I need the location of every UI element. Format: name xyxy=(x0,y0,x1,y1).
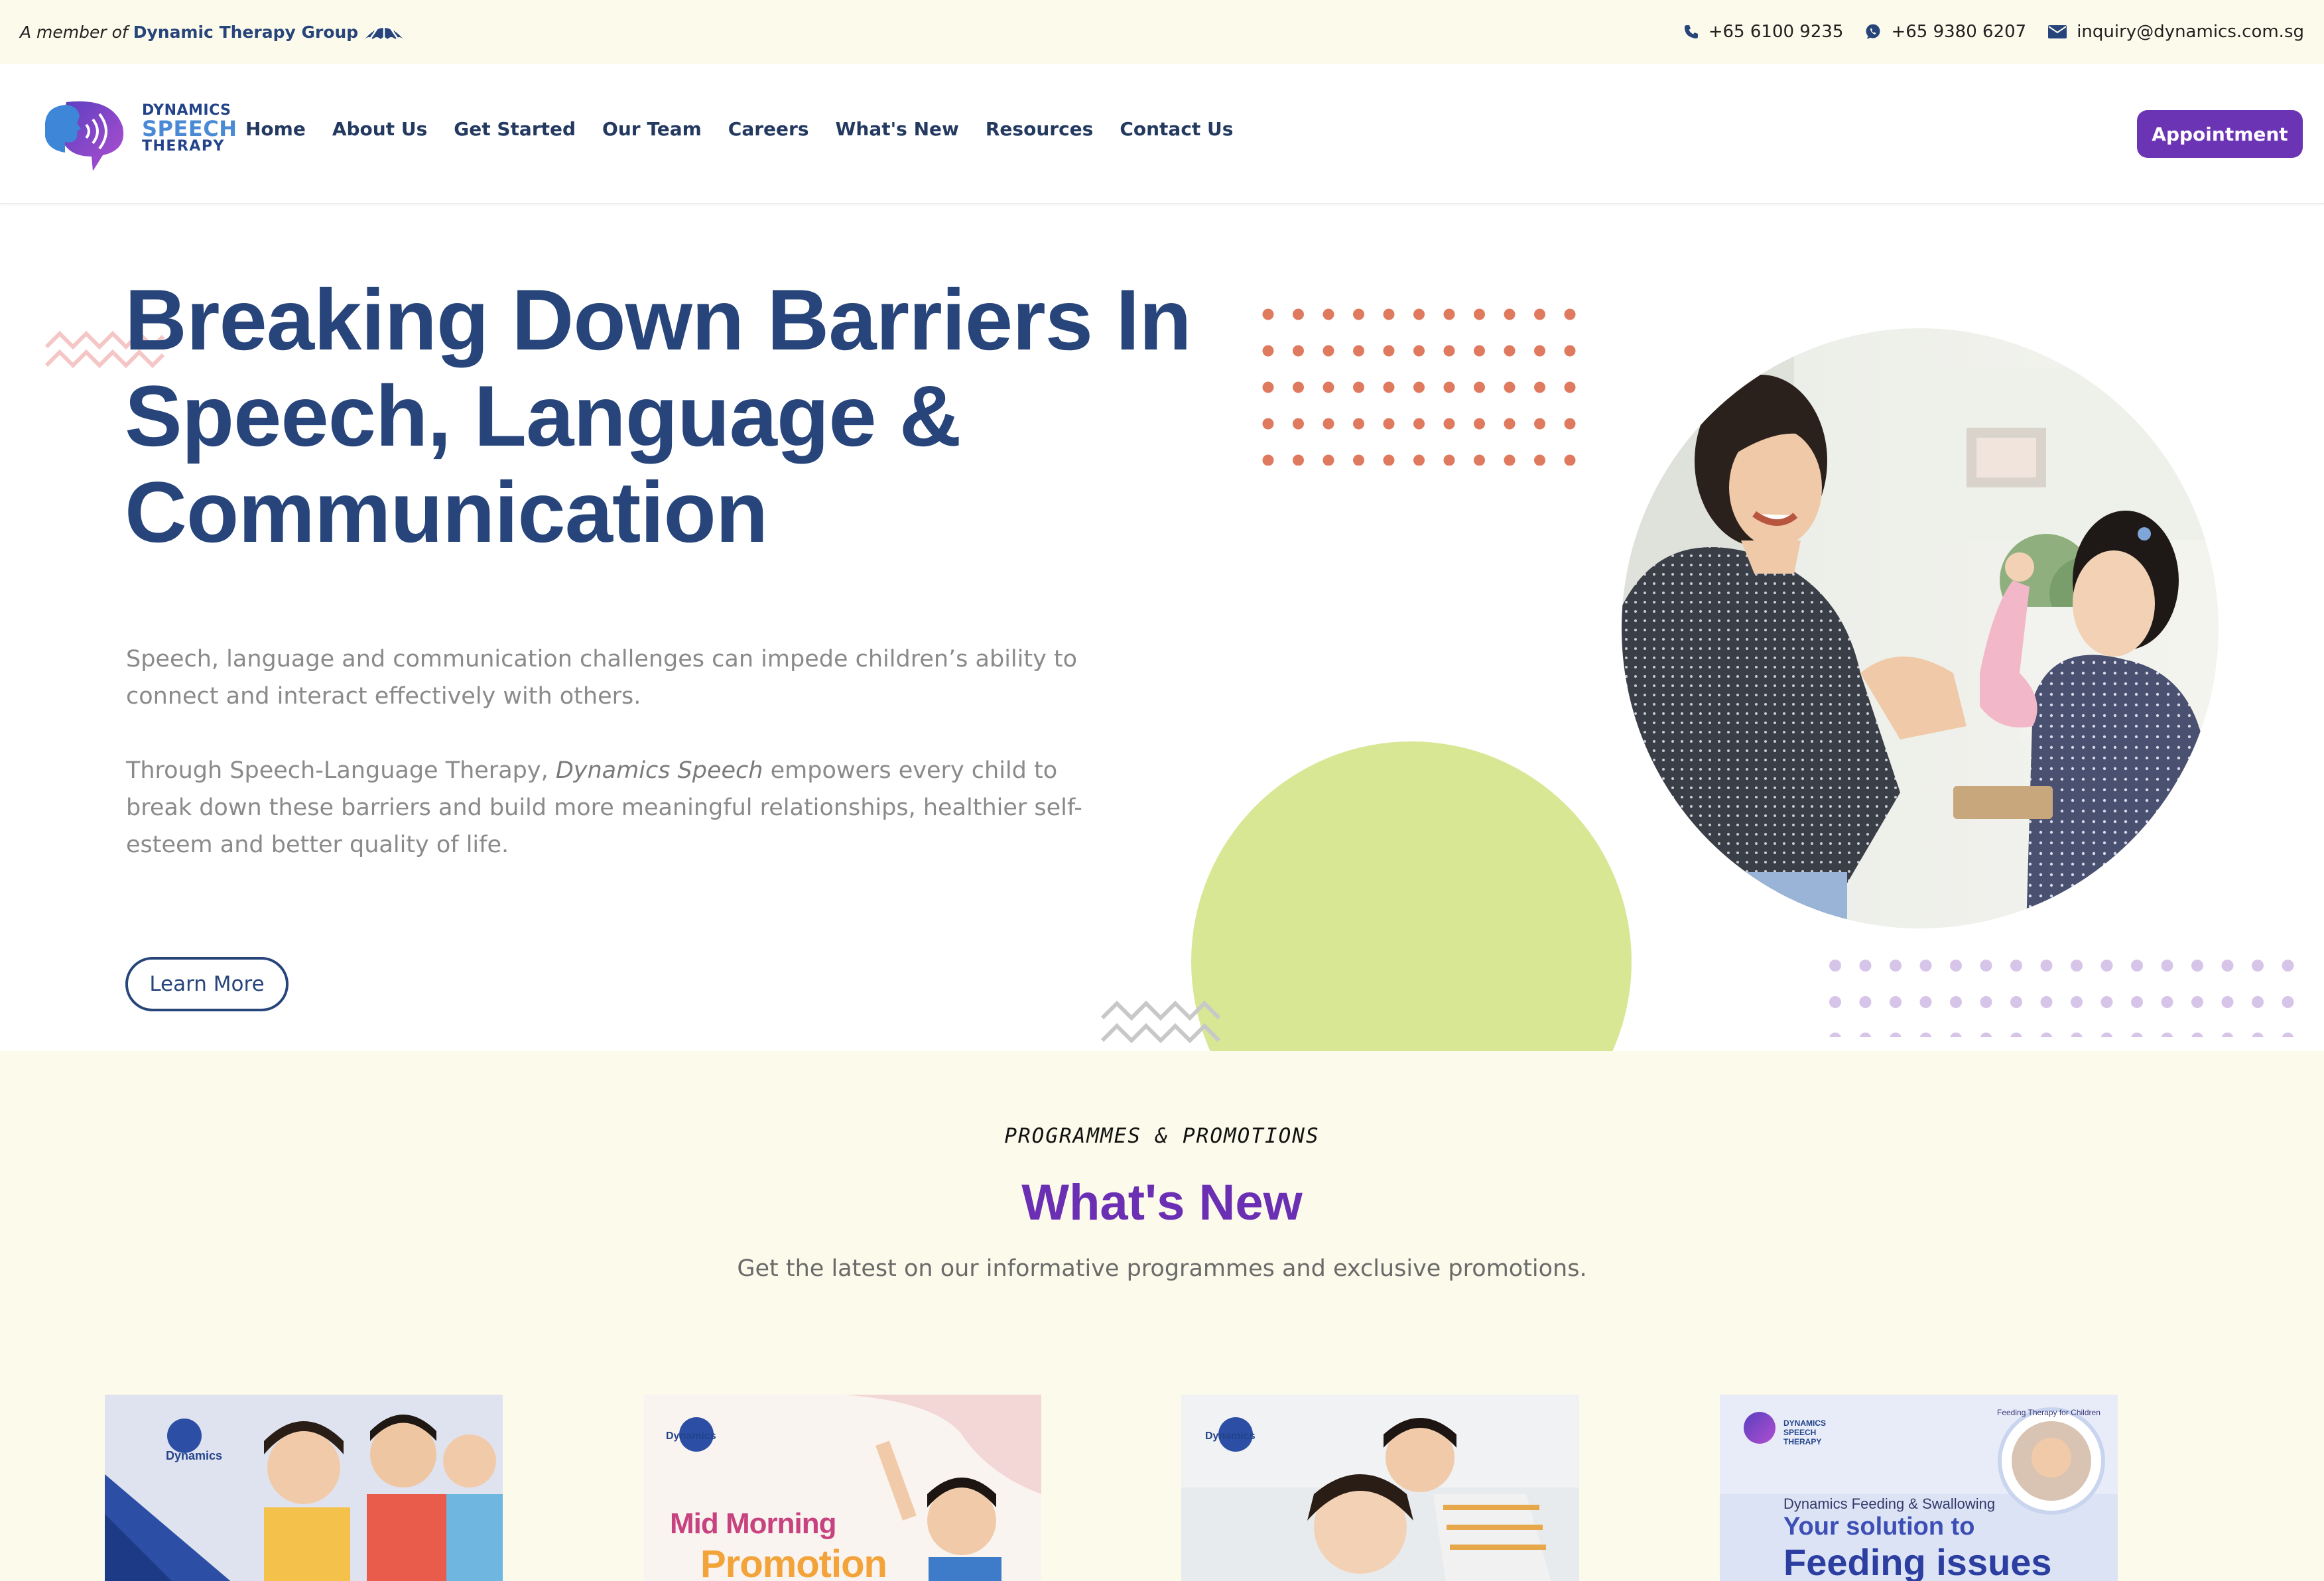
card-4-line-2: Your solution to xyxy=(1783,1513,1975,1541)
phone-number: +65 6100 9235 xyxy=(1708,22,1844,42)
card-4-line-1: Dynamics Feeding & Swallowing xyxy=(1783,1495,1996,1512)
site-header: DYNAMICS SPEECH THERAPY Home About Us Ge… xyxy=(0,64,2324,204)
speech-head-logo-icon xyxy=(45,101,124,171)
news-card-2[interactable]: Dynamics Mid Morning Promotion xyxy=(643,1395,1041,1581)
news-card-3[interactable]: Dynamics xyxy=(1181,1395,1579,1581)
mother-daughter-photo xyxy=(1622,328,2219,928)
member-note: A member of Dynamic Therapy Group xyxy=(20,22,405,42)
card-3-brand: Dynamics xyxy=(1205,1430,1256,1442)
mother-son-image xyxy=(1181,1395,1579,1581)
section-kicker: PROGRAMMES & PROMOTIONS xyxy=(1004,1124,1320,1148)
card-2-brand: Dynamics xyxy=(666,1430,716,1442)
nav-whats-new[interactable]: What's New xyxy=(836,118,959,140)
news-card-1[interactable]: Dynamics xyxy=(105,1395,503,1581)
nav-get-started[interactable]: Get Started xyxy=(454,118,576,140)
nav-our-team[interactable]: Our Team xyxy=(602,118,702,140)
whats-new-section: PROGRAMMES & PROMOTIONS What's New Get t… xyxy=(0,1051,2324,1581)
member-group-link[interactable]: Dynamic Therapy Group xyxy=(133,23,358,42)
email-address: inquiry@dynamics.com.sg xyxy=(2077,22,2304,42)
gray-zigzag-decoration xyxy=(1101,1000,1221,1044)
email-contact[interactable]: inquiry@dynamics.com.sg xyxy=(2047,22,2304,42)
green-circle-decoration xyxy=(1191,741,1632,1051)
hero-paragraph-2-brand: Dynamics Speech xyxy=(555,757,763,784)
card-4-line-3: Feeding issues xyxy=(1783,1541,2052,1581)
section-title: What's New xyxy=(1021,1174,1303,1231)
hero-paragraph-1: Speech, language and communication chall… xyxy=(126,646,1078,710)
phone-icon xyxy=(1684,25,1698,38)
news-card-4[interactable]: DYNAMICS SPEECH THERAPY Feeding Therapy … xyxy=(1720,1395,2118,1581)
card-2-headline-2: Promotion xyxy=(700,1543,887,1581)
card-2-headline-1: Mid Morning xyxy=(670,1507,836,1540)
contact-list: +65 6100 9235 +65 9380 6207 inquiry@dyna… xyxy=(1683,22,2304,42)
nav-about-us[interactable]: About Us xyxy=(332,118,427,140)
nav-resources[interactable]: Resources xyxy=(986,118,1093,140)
logo-line-3: THERAPY xyxy=(142,138,225,155)
whatsapp-contact[interactable]: +65 9380 6207 xyxy=(1864,22,2026,42)
learn-more-button[interactable]: Learn More xyxy=(125,957,289,1011)
hero-title: Breaking Down Barriers In Speech, Langua… xyxy=(125,271,1192,560)
hero-paragraph-2: Through Speech-Language Therapy, Dynamic… xyxy=(126,752,1101,863)
appointment-button[interactable]: Appointment xyxy=(2137,110,2303,158)
section-subtitle: Get the latest on our informative progra… xyxy=(737,1255,1587,1282)
logo-wordmark: DYNAMICS SPEECH THERAPY xyxy=(142,103,237,154)
nav-contact-us[interactable]: Contact Us xyxy=(1120,118,1233,140)
top-bar: A member of Dynamic Therapy Group +65 61… xyxy=(0,0,2324,64)
kids-classroom-image xyxy=(105,1395,503,1581)
main-nav: Home About Us Get Started Our Team Caree… xyxy=(245,118,1259,140)
card-4-brand: DYNAMICS SPEECH THERAPY xyxy=(1783,1419,1827,1446)
card-4-tag: Feeding Therapy for Children xyxy=(1997,1408,2100,1417)
nav-careers[interactable]: Careers xyxy=(728,118,809,140)
envelope-icon xyxy=(2048,25,2067,38)
member-prefix: A member of xyxy=(20,22,128,42)
card-1-brand: Dynamics xyxy=(166,1449,223,1462)
hero-paragraph-2-prefix: Through Speech-Language Therapy, xyxy=(126,757,556,784)
whatsapp-icon xyxy=(1866,24,1880,39)
orange-dot-grid-decoration xyxy=(1262,308,1576,466)
nav-home[interactable]: Home xyxy=(245,118,306,140)
dynamics-speech-logo[interactable]: DYNAMICS SPEECH THERAPY xyxy=(40,97,237,173)
phone-contact[interactable]: +65 6100 9235 xyxy=(1683,22,1844,42)
umbrella-logo-icon xyxy=(365,25,404,40)
lilac-dot-grid-decoration xyxy=(1829,960,2294,1037)
whatsapp-number: +65 9380 6207 xyxy=(1891,22,2027,42)
hero-section: Breaking Down Barriers In Speech, Langua… xyxy=(0,206,2324,1051)
logo-line-2: SPEECH xyxy=(142,116,237,141)
